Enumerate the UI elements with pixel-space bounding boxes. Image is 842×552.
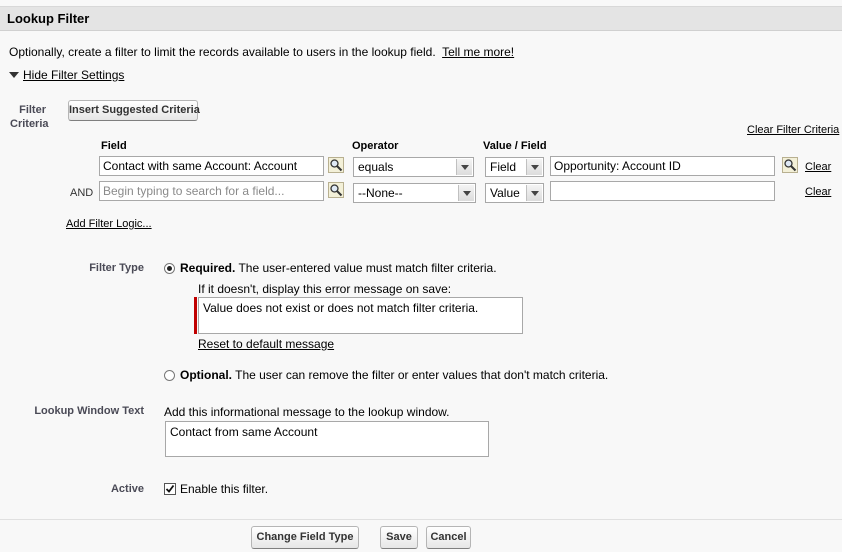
intro-description: Optionally, create a filter to limit the…	[9, 45, 436, 59]
enable-filter-checkbox[interactable]	[164, 483, 176, 495]
tell-me-more-link[interactable]: Tell me more!	[442, 45, 514, 59]
filter-row2-connector: AND	[70, 187, 94, 199]
clear-filter-criteria-link[interactable]: Clear Filter Criteria	[747, 124, 839, 136]
required-indicator-bar	[194, 297, 197, 334]
insert-suggested-criteria-button[interactable]: Insert Suggested Criteria	[68, 100, 200, 121]
filter-row2-operator-value: --None--	[358, 186, 403, 200]
section-header: Lookup Filter	[0, 0, 842, 33]
chevron-down-icon	[526, 159, 542, 175]
required-bold-label: Required.	[180, 261, 236, 275]
optional-bold-label: Optional.	[180, 368, 232, 382]
enable-filter-label: Enable this filter.	[180, 482, 269, 496]
required-option-text: Required. The user-entered value must ma…	[180, 261, 497, 275]
filter-row2-value-input[interactable]	[550, 181, 775, 201]
filter-row2-type-select[interactable]: Value	[485, 183, 544, 203]
filter-criteria-label-line2: Criteria	[10, 118, 49, 130]
filter-row1-clear-link[interactable]: Clear	[805, 161, 831, 173]
hide-filter-settings-toggle[interactable]: Hide Filter Settings	[9, 68, 124, 82]
filter-row2-field-input[interactable]: Begin typing to search for a field...	[99, 181, 324, 201]
lookup-window-text-label: Lookup Window Text	[34, 405, 144, 417]
lookup-window-textarea[interactable]: Contact from same Account	[165, 421, 489, 457]
required-radio[interactable]	[164, 263, 175, 274]
optional-option-text: Optional. The user can remove the filter…	[180, 368, 608, 382]
lookup-window-hint: Add this informational message to the lo…	[164, 405, 450, 419]
reset-default-message-link[interactable]: Reset to default message	[198, 337, 334, 351]
filter-row2-clear-link[interactable]: Clear	[805, 186, 831, 198]
section-title: Lookup Filter	[7, 11, 90, 26]
filter-row1-field-input[interactable]: Contact with same Account: Account	[99, 156, 324, 176]
chevron-down-icon	[456, 159, 472, 175]
footer-divider	[0, 519, 842, 520]
chevron-down-icon	[526, 185, 542, 201]
save-button[interactable]: Save	[380, 526, 418, 549]
field-column-header: Field	[101, 140, 127, 152]
filter-row1-value-input[interactable]: Opportunity: Account ID	[550, 156, 775, 176]
add-filter-logic-link[interactable]: Add Filter Logic...	[66, 218, 152, 230]
filter-row1-operator-select[interactable]: equals	[353, 157, 474, 177]
field-lookup-icon[interactable]	[328, 157, 344, 173]
field-lookup-icon[interactable]	[328, 182, 344, 198]
value-field-column-header: Value / Field	[483, 140, 547, 152]
optional-description: The user can remove the filter or enter …	[235, 368, 609, 382]
section-header-bar: Lookup Filter	[0, 6, 842, 31]
filter-row2-operator-select[interactable]: --None--	[353, 183, 476, 203]
change-field-type-button[interactable]: Change Field Type	[251, 526, 359, 549]
chevron-down-icon	[458, 185, 474, 201]
active-label: Active	[110, 483, 144, 495]
optional-radio[interactable]	[164, 370, 175, 381]
filter-criteria-label: Filter Criteria	[10, 103, 49, 131]
error-message-textarea[interactable]: Value does not exist or does not match f…	[198, 297, 523, 334]
required-description: The user-entered value must match filter…	[238, 261, 497, 275]
operator-column-header: Operator	[352, 140, 399, 152]
checkmark-icon	[165, 484, 175, 493]
cancel-button[interactable]: Cancel	[426, 526, 471, 549]
collapse-triangle-icon	[9, 71, 19, 78]
error-message-prompt: If it doesn't, display this error messag…	[198, 282, 452, 296]
hide-filter-settings-link[interactable]: Hide Filter Settings	[23, 68, 124, 82]
filter-type-label: Filter Type	[89, 262, 144, 274]
filter-row1-operator-value: equals	[358, 160, 394, 174]
filter-row1-type-value: Field	[490, 160, 517, 174]
filter-row2-type-value: Value	[490, 186, 520, 200]
intro-text: Optionally, create a filter to limit the…	[9, 45, 514, 59]
filter-criteria-label-line1: Filter	[19, 104, 46, 116]
value-lookup-icon[interactable]	[782, 157, 798, 173]
filter-row1-type-select[interactable]: Field	[485, 157, 544, 177]
